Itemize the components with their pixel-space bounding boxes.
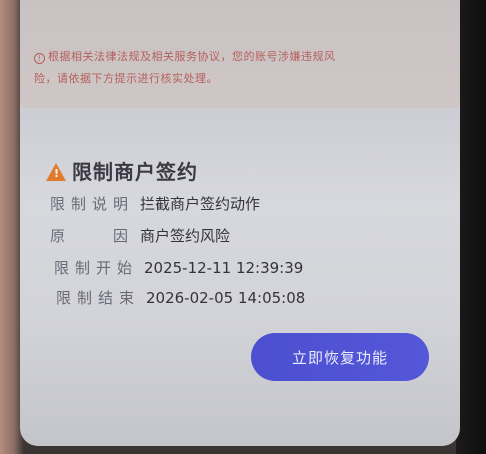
risk-notice-card: ! 根据相关法律法规及相关服务协议，您的账号涉嫌违规风 险，请依据下方提示进行核实… — [20, 0, 460, 108]
restriction-title: 限制商户签约 — [46, 156, 198, 185]
detail-value: 商户签约风险 — [140, 227, 231, 245]
detail-label: 限制结束 — [56, 289, 141, 307]
risk-notice-line-1: ! 根据相关法律法规及相关服务协议，您的账号涉嫌违规风 — [34, 48, 336, 64]
risk-notice-line-2: 险，请依据下方提示进行核实处理。 — [34, 72, 218, 85]
detail-label: 限制说明 — [50, 195, 135, 213]
detail-value: 2026-02-05 14:05:08 — [146, 289, 306, 307]
detail-label: 限制开始 — [54, 259, 139, 277]
phone-bezel — [456, 0, 486, 454]
detail-row-end: 限制结束 2026-02-05 14:05:08 — [56, 287, 305, 308]
info-circle-icon: ! — [34, 53, 45, 64]
detail-value: 2025-12-11 12:39:39 — [144, 259, 304, 277]
detail-label: 原 因 — [50, 227, 135, 245]
detail-row-description: 限制说明 拦截商户签约动作 — [50, 193, 260, 214]
warning-icon — [46, 163, 66, 181]
detail-value: 拦截商户签约动作 — [140, 195, 261, 213]
detail-row-start: 限制开始 2025-12-11 12:39:39 — [54, 257, 303, 278]
restore-function-button[interactable]: 立即恢复功能 — [251, 333, 429, 381]
detail-row-reason: 原 因商户签约风险 — [50, 225, 230, 246]
phone-screen: ! 根据相关法律法规及相关服务协议，您的账号涉嫌违规风 险，请依据下方提示进行核实… — [20, 0, 460, 446]
